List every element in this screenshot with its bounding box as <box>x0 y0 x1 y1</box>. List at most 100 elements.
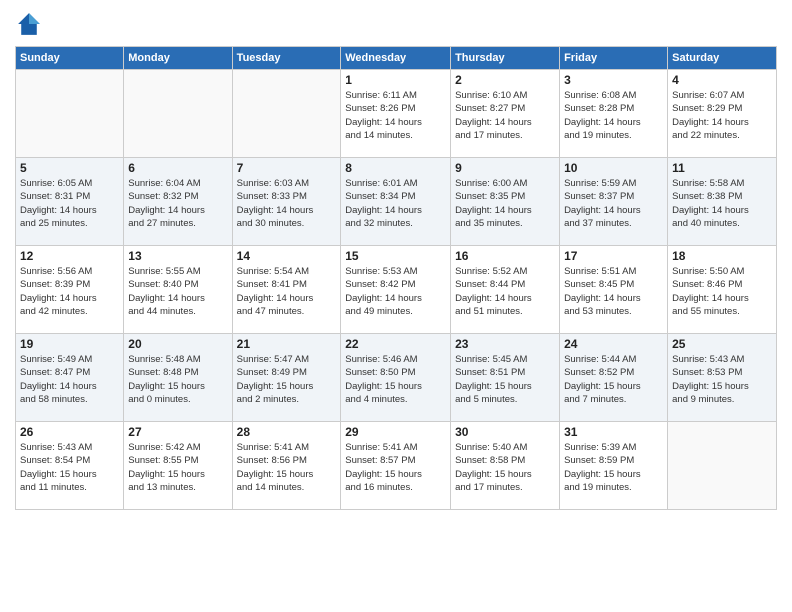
weekday-sunday: Sunday <box>16 47 124 70</box>
day-info: Sunrise: 5:40 AMSunset: 8:58 PMDaylight:… <box>455 441 555 494</box>
day-info: Sunrise: 5:52 AMSunset: 8:44 PMDaylight:… <box>455 265 555 318</box>
day-cell: 24 Sunrise: 5:44 AMSunset: 8:52 PMDayligh… <box>560 334 668 422</box>
logo <box>15 10 47 38</box>
day-info: Sunrise: 5:46 AMSunset: 8:50 PMDaylight:… <box>345 353 446 406</box>
day-number: 15 <box>345 249 446 263</box>
day-number: 11 <box>672 161 772 175</box>
day-cell: 25 Sunrise: 5:43 AMSunset: 8:53 PMDayligh… <box>668 334 777 422</box>
day-cell: 31Sunrise: 5:39 AMSunset: 8:59 PMDayligh… <box>560 422 668 510</box>
day-info: Sunrise: 5:48 AMSunset: 8:48 PMDaylight:… <box>128 353 227 406</box>
day-cell: 20 Sunrise: 5:48 AMSunset: 8:48 PMDayligh… <box>124 334 232 422</box>
day-number: 29 <box>345 425 446 439</box>
day-info: Sunrise: 5:41 AMSunset: 8:57 PMDaylight:… <box>345 441 446 494</box>
day-cell: 21Sunrise: 5:47 AMSunset: 8:49 PMDayligh… <box>232 334 341 422</box>
day-cell: 12 Sunrise: 5:56 AMSunset: 8:39 PMDayligh… <box>16 246 124 334</box>
calendar-page: SundayMondayTuesdayWednesdayThursdayFrid… <box>0 0 792 612</box>
day-cell: 7 Sunrise: 6:03 AMSunset: 8:33 PMDaylight… <box>232 158 341 246</box>
day-cell: 13Sunrise: 5:55 AMSunset: 8:40 PMDayligh… <box>124 246 232 334</box>
day-info: Sunrise: 6:08 AMSunset: 8:28 PMDaylight:… <box>564 89 663 142</box>
day-cell: 1 Sunrise: 6:11 AMSunset: 8:26 PMDaylight… <box>341 70 451 158</box>
day-info: Sunrise: 5:42 AMSunset: 8:55 PMDaylight:… <box>128 441 227 494</box>
day-info: Sunrise: 6:11 AMSunset: 8:26 PMDaylight:… <box>345 89 446 142</box>
day-cell: 2 Sunrise: 6:10 AMSunset: 8:27 PMDaylight… <box>451 70 560 158</box>
day-cell: 10 Sunrise: 5:59 AMSunset: 8:37 PMDayligh… <box>560 158 668 246</box>
weekday-header-row: SundayMondayTuesdayWednesdayThursdayFrid… <box>16 47 777 70</box>
day-cell: 28Sunrise: 5:41 AMSunset: 8:56 PMDayligh… <box>232 422 341 510</box>
day-number: 20 <box>128 337 227 351</box>
header <box>15 10 777 38</box>
day-info: Sunrise: 6:03 AMSunset: 8:33 PMDaylight:… <box>237 177 337 230</box>
day-number: 27 <box>128 425 227 439</box>
logo-icon <box>15 10 43 38</box>
day-cell: 8 Sunrise: 6:01 AMSunset: 8:34 PMDaylight… <box>341 158 451 246</box>
day-cell: 18 Sunrise: 5:50 AMSunset: 8:46 PMDayligh… <box>668 246 777 334</box>
day-cell: 4 Sunrise: 6:07 AMSunset: 8:29 PMDaylight… <box>668 70 777 158</box>
day-info: Sunrise: 5:49 AMSunset: 8:47 PMDaylight:… <box>20 353 119 406</box>
day-info: Sunrise: 5:50 AMSunset: 8:46 PMDaylight:… <box>672 265 772 318</box>
weekday-monday: Monday <box>124 47 232 70</box>
weekday-friday: Friday <box>560 47 668 70</box>
day-cell: 22 Sunrise: 5:46 AMSunset: 8:50 PMDayligh… <box>341 334 451 422</box>
day-number: 18 <box>672 249 772 263</box>
day-cell <box>232 70 341 158</box>
day-info: Sunrise: 6:00 AMSunset: 8:35 PMDaylight:… <box>455 177 555 230</box>
day-number: 1 <box>345 73 446 87</box>
day-info: Sunrise: 6:10 AMSunset: 8:27 PMDaylight:… <box>455 89 555 142</box>
weekday-saturday: Saturday <box>668 47 777 70</box>
week-row: 5 Sunrise: 6:05 AMSunset: 8:31 PMDaylight… <box>16 158 777 246</box>
day-cell: 29 Sunrise: 5:41 AMSunset: 8:57 PMDayligh… <box>341 422 451 510</box>
day-info: Sunrise: 6:04 AMSunset: 8:32 PMDaylight:… <box>128 177 227 230</box>
day-number: 5 <box>20 161 119 175</box>
day-number: 12 <box>20 249 119 263</box>
day-number: 22 <box>345 337 446 351</box>
weekday-wednesday: Wednesday <box>341 47 451 70</box>
day-number: 24 <box>564 337 663 351</box>
day-number: 2 <box>455 73 555 87</box>
day-info: Sunrise: 5:45 AMSunset: 8:51 PMDaylight:… <box>455 353 555 406</box>
week-row: 12 Sunrise: 5:56 AMSunset: 8:39 PMDayligh… <box>16 246 777 334</box>
weekday-thursday: Thursday <box>451 47 560 70</box>
day-info: Sunrise: 5:55 AMSunset: 8:40 PMDaylight:… <box>128 265 227 318</box>
day-number: 19 <box>20 337 119 351</box>
day-cell: 26Sunrise: 5:43 AMSunset: 8:54 PMDayligh… <box>16 422 124 510</box>
day-info: Sunrise: 5:59 AMSunset: 8:37 PMDaylight:… <box>564 177 663 230</box>
day-number: 17 <box>564 249 663 263</box>
day-cell: 27 Sunrise: 5:42 AMSunset: 8:55 PMDayligh… <box>124 422 232 510</box>
day-cell <box>16 70 124 158</box>
day-number: 7 <box>237 161 337 175</box>
day-number: 8 <box>345 161 446 175</box>
weekday-tuesday: Tuesday <box>232 47 341 70</box>
day-number: 4 <box>672 73 772 87</box>
day-cell: 15 Sunrise: 5:53 AMSunset: 8:42 PMDayligh… <box>341 246 451 334</box>
week-row: 19 Sunrise: 5:49 AMSunset: 8:47 PMDayligh… <box>16 334 777 422</box>
day-number: 26 <box>20 425 119 439</box>
day-number: 25 <box>672 337 772 351</box>
day-info: Sunrise: 5:44 AMSunset: 8:52 PMDaylight:… <box>564 353 663 406</box>
day-number: 6 <box>128 161 227 175</box>
day-cell: 11 Sunrise: 5:58 AMSunset: 8:38 PMDayligh… <box>668 158 777 246</box>
week-row: 26Sunrise: 5:43 AMSunset: 8:54 PMDayligh… <box>16 422 777 510</box>
day-cell: 30 Sunrise: 5:40 AMSunset: 8:58 PMDayligh… <box>451 422 560 510</box>
day-number: 10 <box>564 161 663 175</box>
day-number: 9 <box>455 161 555 175</box>
day-number: 30 <box>455 425 555 439</box>
day-cell: 6 Sunrise: 6:04 AMSunset: 8:32 PMDaylight… <box>124 158 232 246</box>
day-cell: 16 Sunrise: 5:52 AMSunset: 8:44 PMDayligh… <box>451 246 560 334</box>
day-cell <box>124 70 232 158</box>
day-cell: 5 Sunrise: 6:05 AMSunset: 8:31 PMDaylight… <box>16 158 124 246</box>
day-cell: 9 Sunrise: 6:00 AMSunset: 8:35 PMDaylight… <box>451 158 560 246</box>
day-cell: 19 Sunrise: 5:49 AMSunset: 8:47 PMDayligh… <box>16 334 124 422</box>
day-info: Sunrise: 5:58 AMSunset: 8:38 PMDaylight:… <box>672 177 772 230</box>
day-info: Sunrise: 5:43 AMSunset: 8:53 PMDaylight:… <box>672 353 772 406</box>
day-number: 23 <box>455 337 555 351</box>
day-info: Sunrise: 6:01 AMSunset: 8:34 PMDaylight:… <box>345 177 446 230</box>
day-number: 3 <box>564 73 663 87</box>
day-cell: 3 Sunrise: 6:08 AMSunset: 8:28 PMDaylight… <box>560 70 668 158</box>
day-info: Sunrise: 6:05 AMSunset: 8:31 PMDaylight:… <box>20 177 119 230</box>
day-info: Sunrise: 5:53 AMSunset: 8:42 PMDaylight:… <box>345 265 446 318</box>
day-number: 31 <box>564 425 663 439</box>
day-number: 16 <box>455 249 555 263</box>
day-info: Sunrise: 5:41 AMSunset: 8:56 PMDaylight:… <box>237 441 337 494</box>
day-info: Sunrise: 6:07 AMSunset: 8:29 PMDaylight:… <box>672 89 772 142</box>
day-info: Sunrise: 5:56 AMSunset: 8:39 PMDaylight:… <box>20 265 119 318</box>
